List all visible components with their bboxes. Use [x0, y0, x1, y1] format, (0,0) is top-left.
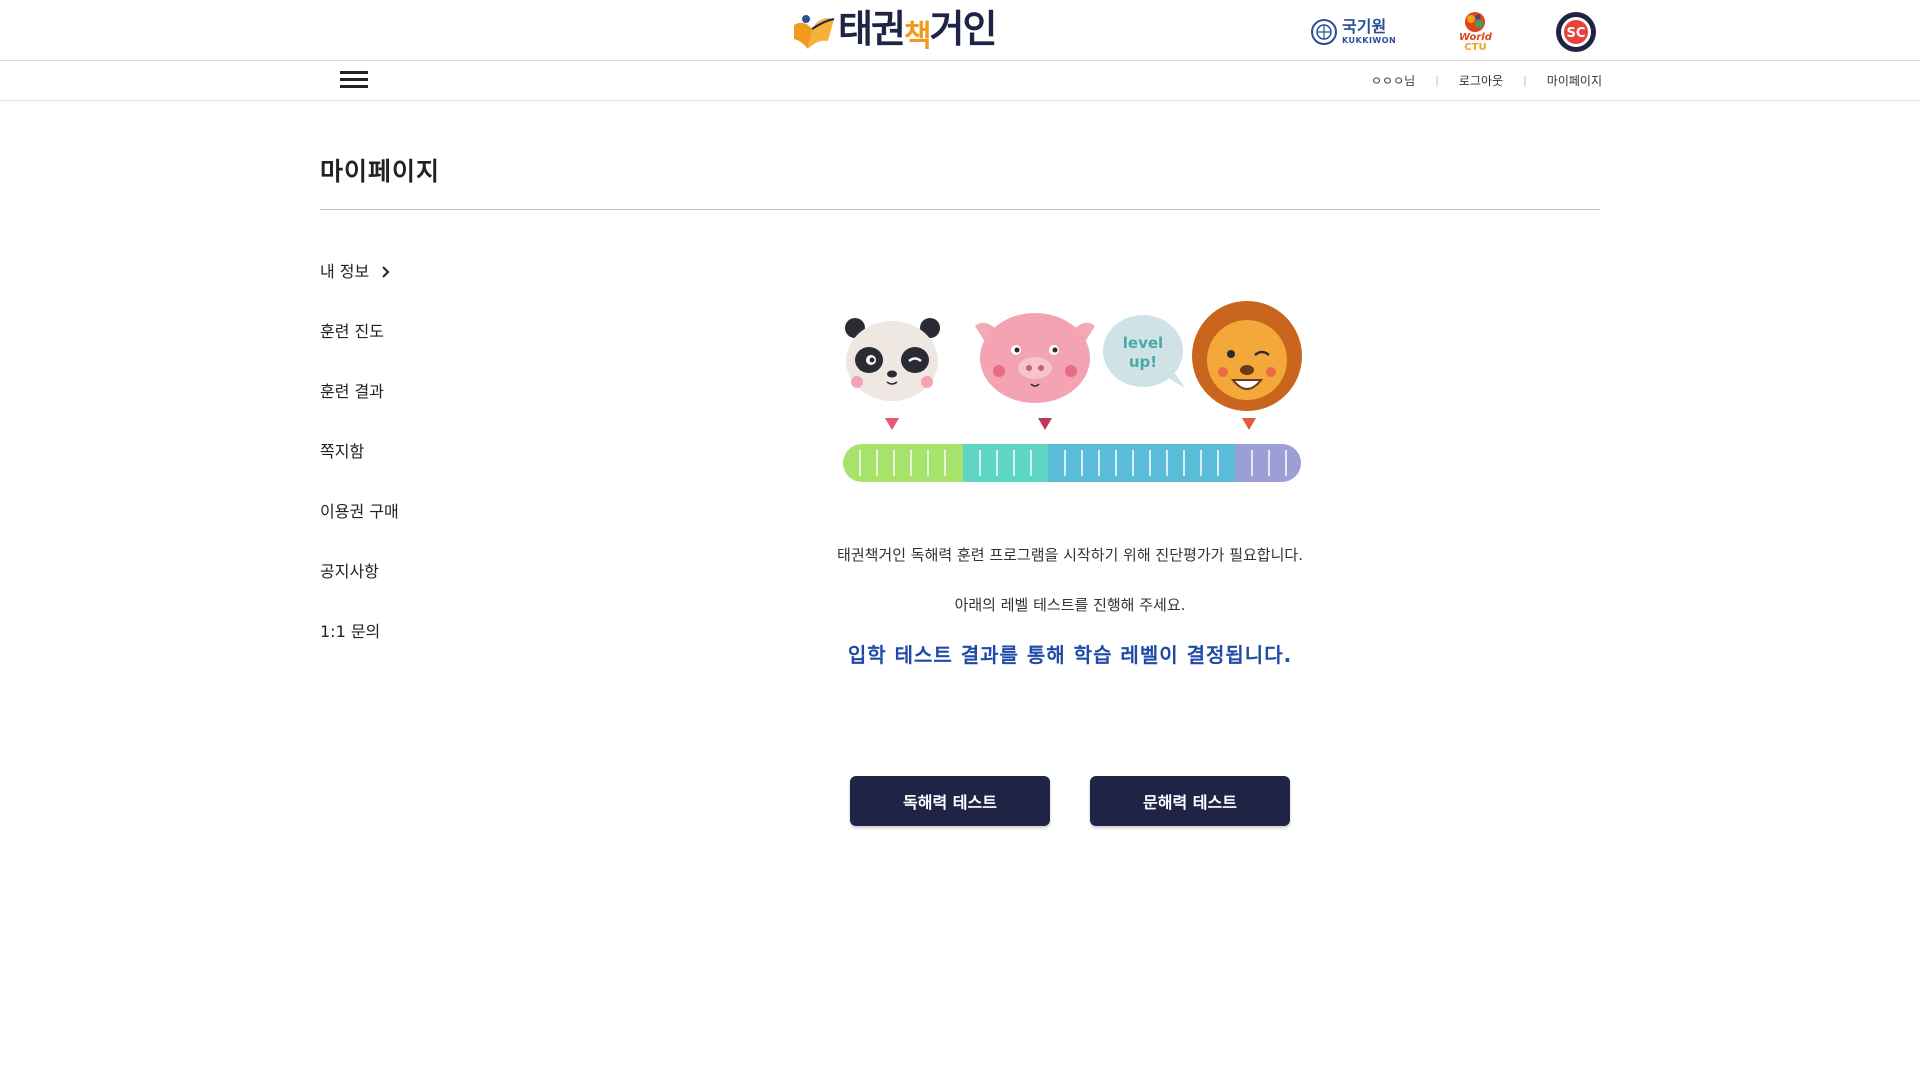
title-divider — [320, 209, 1600, 210]
diagnostic-required-message: 태권책거인 독해력 훈련 프로그램을 시작하기 위해 진단평가가 필요합니다. — [837, 546, 1303, 564]
pig-icon — [975, 313, 1095, 403]
panda-icon — [845, 318, 940, 401]
brand-logo-text: 태권책거인 — [838, 7, 997, 54]
sidebar-item-training-results: 훈련 결과 — [320, 378, 520, 438]
hamburger-menu-icon[interactable] — [340, 68, 368, 92]
level-decision-highlight: 입학 테스트 결과를 통해 학습 레벨이 결정됩니다. — [847, 643, 1293, 667]
kukkiwon-label: 국기원 — [1342, 17, 1387, 36]
level-progress-bar — [843, 444, 1301, 482]
brand-book-icon — [794, 15, 835, 49]
brand-logo-link[interactable]: 태권책거인 — [790, 7, 997, 54]
logout-link[interactable]: 로그아웃 — [1459, 72, 1503, 89]
bubble-text-line2: up! — [1129, 353, 1157, 371]
sidebar-link-messages[interactable]: 쪽지함 — [320, 438, 364, 466]
sidebar-link-training-progress[interactable]: 훈련 진도 — [320, 318, 384, 346]
kukkiwon-sublabel: KUKKIWON — [1342, 36, 1397, 45]
sidebar-link-purchase-pass[interactable]: 이용권 구매 — [320, 498, 399, 526]
mypage-link[interactable]: 마이페이지 — [1547, 72, 1602, 89]
user-name: ㅇㅇㅇ님 — [1371, 74, 1416, 88]
user-nav-bar: ㅇㅇㅇ님 | 로그아웃 | 마이페이지 — [0, 61, 1920, 101]
sidebar-link-my-info[interactable]: 내 정보 — [320, 258, 391, 286]
world-ctu-sublabel: CTU — [1464, 42, 1487, 53]
sidebar-menu: 내 정보 훈련 진도 훈련 결과 쪽지함 이용권 구매 공지사항 1:1 문의 — [320, 258, 520, 678]
sc-logo-link[interactable]: SC — [1555, 8, 1597, 56]
sidebar-item-my-info: 내 정보 — [320, 258, 520, 318]
chevron-right-icon — [382, 266, 390, 278]
bubble-text-line1: level — [1123, 334, 1163, 352]
sidebar-item-purchase-pass: 이용권 구매 — [320, 498, 520, 558]
kukkiwon-logo-icon — [1311, 19, 1337, 45]
sidebar-link-inquiry[interactable]: 1:1 문의 — [320, 618, 380, 646]
sidebar-link-notices[interactable]: 공지사항 — [320, 558, 379, 586]
level-up-illustration: level up! — [843, 301, 1302, 482]
lion-icon — [1192, 301, 1302, 411]
sidebar-item-training-progress: 훈련 진도 — [320, 318, 520, 378]
sidebar-item-notices: 공지사항 — [320, 558, 520, 618]
top-header: 태권책거인 국기원 KUKKIWON World CTU SC — [0, 0, 1920, 61]
sidebar-item-messages: 쪽지함 — [320, 438, 520, 498]
separator: | — [1523, 74, 1527, 87]
user-links: ㅇㅇㅇ님 | 로그아웃 | 마이페이지 — [1371, 61, 1602, 100]
page-title: 마이페이지 — [320, 157, 441, 186]
reading-test-button[interactable]: 독해력 테스트 — [850, 776, 1050, 826]
sidebar-item-label: 내 정보 — [320, 262, 370, 281]
sidebar-link-training-results[interactable]: 훈련 결과 — [320, 378, 384, 406]
sc-emblem-icon: SC — [1556, 12, 1596, 52]
world-ctu-emblem-icon — [1465, 12, 1486, 32]
sc-emblem-text: SC — [1567, 26, 1586, 41]
separator: | — [1435, 74, 1439, 87]
world-ctu-logo-link[interactable]: World CTU — [1459, 8, 1492, 56]
kukkiwon-logo-link[interactable]: 국기원 KUKKIWON — [1310, 8, 1396, 56]
level-test-instruction: 아래의 레벨 테스트를 진행해 주세요. — [954, 596, 1186, 614]
literacy-test-button[interactable]: 문해력 테스트 — [1090, 776, 1290, 826]
sidebar-item-inquiry: 1:1 문의 — [320, 618, 520, 678]
speech-bubble: level up! — [1103, 315, 1185, 388]
